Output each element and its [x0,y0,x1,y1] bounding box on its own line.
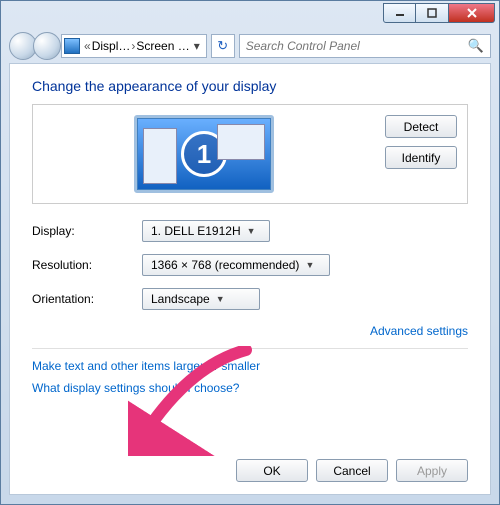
refresh-icon: ↻ [217,38,228,54]
orientation-label: Orientation: [32,292,142,306]
display-preview-area: 1 Detect Identify [32,104,468,204]
resolution-label: Resolution: [32,258,142,272]
orientation-value: Landscape [151,292,210,306]
monitor-thumbnail[interactable]: 1 [134,115,274,193]
chevron-down-icon: ▼ [216,294,225,304]
breadcrumb-sep: « [83,39,92,53]
resolution-row: Resolution: 1366 × 768 (recommended) ▼ [32,254,468,276]
ok-button[interactable]: OK [236,459,308,482]
display-label: Display: [32,224,142,238]
mini-window-icon [217,124,265,160]
chevron-down-icon: ▼ [305,260,314,270]
display-value: 1. DELL E1912H [151,224,241,238]
search-input[interactable] [246,39,468,53]
orientation-dropdown[interactable]: Landscape ▼ [142,288,260,310]
detect-button[interactable]: Detect [385,115,457,138]
advanced-settings-row: Advanced settings [32,322,468,340]
window-frame: « Displ… › Screen … ▾ ↻ 🔍 Change the app… [0,0,500,505]
display-row: Display: 1. DELL E1912H ▼ [32,220,468,242]
display-dropdown[interactable]: 1. DELL E1912H ▼ [142,220,270,242]
content-pane: Change the appearance of your display 1 … [9,63,491,495]
cancel-button[interactable]: Cancel [316,459,388,482]
nav-back-forward [9,32,57,60]
window-controls [383,3,495,23]
breadcrumb-dropdown[interactable]: ▾ [190,39,204,53]
orientation-row: Orientation: Landscape ▼ [32,288,468,310]
which-settings-link[interactable]: What display settings should I choose? [32,381,468,395]
refresh-button[interactable]: ↻ [211,34,235,58]
navbar: « Displ… › Screen … ▾ ↻ 🔍 [9,29,491,63]
apply-button[interactable]: Apply [396,459,468,482]
breadcrumb-part[interactable]: Displ… [92,39,131,53]
text-size-link[interactable]: Make text and other items larger or smal… [32,359,468,373]
display-preview[interactable]: 1 [43,115,365,193]
control-panel-icon [64,38,80,54]
forward-button[interactable] [33,32,61,60]
mini-window-icon [143,128,177,184]
minimize-button[interactable] [383,3,416,23]
page-title: Change the appearance of your display [32,78,468,94]
maximize-button[interactable] [416,3,449,23]
breadcrumb[interactable]: « Displ… › Screen … ▾ [61,34,207,58]
search-icon: 🔍 [468,38,484,54]
resolution-value: 1366 × 768 (recommended) [151,258,299,272]
dialog-button-row: OK Cancel Apply [236,459,468,482]
advanced-settings-link[interactable]: Advanced settings [370,324,468,338]
chevron-down-icon: ▼ [247,226,256,236]
breadcrumb-part[interactable]: Screen … [136,39,189,53]
identify-button[interactable]: Identify [385,146,457,169]
help-links: Make text and other items larger or smal… [32,359,468,395]
preview-buttons: Detect Identify [385,115,457,193]
resolution-dropdown[interactable]: 1366 × 768 (recommended) ▼ [142,254,330,276]
search-box[interactable]: 🔍 [239,34,491,58]
titlebar [1,1,499,29]
divider [32,348,468,349]
close-button[interactable] [449,3,495,23]
